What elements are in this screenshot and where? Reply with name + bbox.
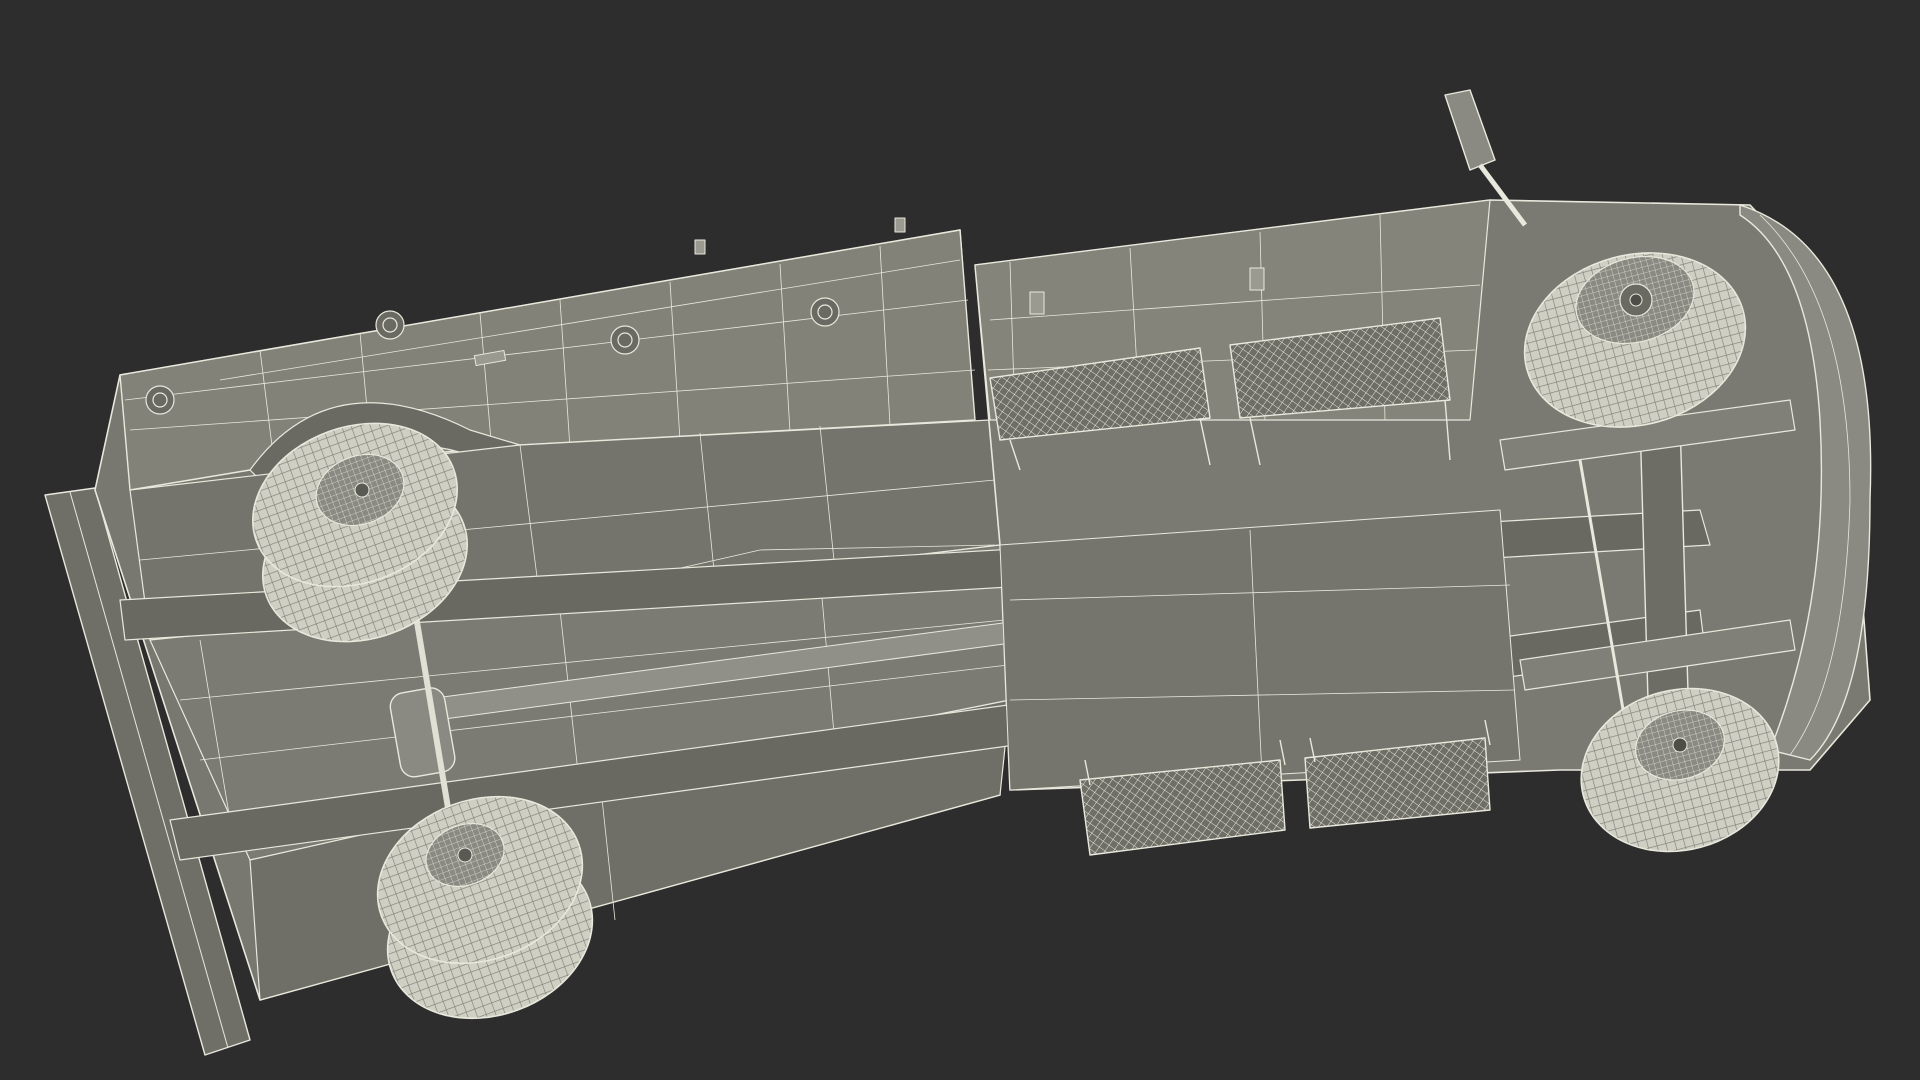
render-viewport — [0, 0, 1920, 1080]
